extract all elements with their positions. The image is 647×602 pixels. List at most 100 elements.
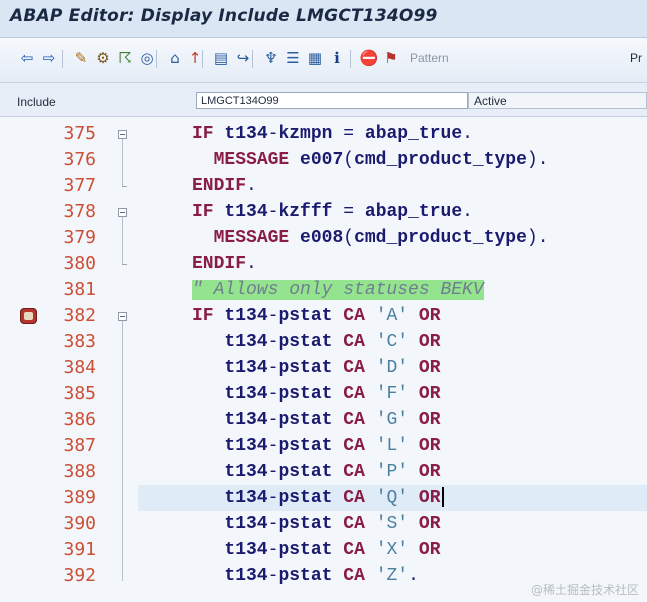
line-number: 377 [63, 175, 96, 196]
line-number: 382 [63, 305, 96, 326]
forward-arrow-icon[interactable]: ⇨ [40, 49, 58, 67]
toolbar-separator [62, 50, 63, 68]
toolbar-separator [350, 50, 351, 68]
code-text[interactable]: MESSAGE e007(cmd_product_type). [192, 147, 549, 173]
code-line[interactable]: 389 t134-pstat CA 'Q' OR [0, 485, 647, 511]
code-line[interactable]: 383 t134-pstat CA 'C' OR [0, 329, 647, 355]
fold-end-tick [122, 186, 127, 187]
fold-guide [122, 321, 123, 347]
fold-toggle-icon[interactable] [118, 312, 127, 321]
toolbar-separator [252, 50, 253, 68]
line-number: 386 [63, 409, 96, 430]
code-text[interactable]: t134-pstat CA 'Q' OR [192, 485, 444, 511]
fold-guide [122, 451, 123, 477]
back-arrow-icon[interactable]: ⇦ [18, 49, 36, 67]
code-line[interactable]: 388 t134-pstat CA 'P' OR [0, 459, 647, 485]
enhance-icon[interactable]: ↪ [234, 49, 252, 67]
code-text[interactable]: IF t134-kzfff = abap_true. [192, 199, 473, 225]
fold-guide [122, 555, 123, 581]
code-text[interactable]: IF t134-pstat CA 'A' OR [192, 303, 441, 329]
code-line[interactable]: 391 t134-pstat CA 'X' OR [0, 537, 647, 563]
line-number: 387 [63, 435, 96, 456]
watermark: @稀土掘金技术社区 [530, 583, 639, 597]
code-text[interactable]: MESSAGE e008(cmd_product_type). [192, 225, 549, 251]
code-text[interactable]: t134-pstat CA 'D' OR [192, 355, 440, 381]
code-text[interactable]: IF t134-kzmpn = abap_true. [192, 121, 473, 147]
code-line[interactable]: 381 " Allows only statuses BEKV [0, 277, 647, 303]
code-text[interactable]: " Allows only statuses BEKV [192, 277, 484, 303]
include-name-field[interactable]: LMGCT134O99 [196, 92, 468, 109]
code-text[interactable]: t134-pstat CA 'P' OR [192, 459, 440, 485]
activate-icon[interactable]: ☈ [116, 49, 134, 67]
fold-guide [122, 217, 123, 243]
code-line[interactable]: 386 t134-pstat CA 'G' OR [0, 407, 647, 433]
fold-guide [122, 347, 123, 373]
code-text[interactable]: t134-pstat CA 'S' OR [192, 511, 440, 537]
tree-icon[interactable]: ☰ [284, 49, 302, 67]
pretty-printer-button[interactable]: Pr [630, 51, 642, 65]
code-text[interactable]: t134-pstat CA 'F' OR [192, 381, 440, 407]
toolbar-separator [202, 50, 203, 68]
fold-toggle-icon[interactable] [118, 130, 127, 139]
code-line[interactable]: 385 t134-pstat CA 'F' OR [0, 381, 647, 407]
code-line[interactable]: 379 MESSAGE e008(cmd_product_type). [0, 225, 647, 251]
code-line[interactable]: 382 IF t134-pstat CA 'A' OR [0, 303, 647, 329]
fold-guide [122, 399, 123, 425]
navigation-window-icon[interactable]: ▤ [212, 49, 230, 67]
include-status-field: Active [468, 92, 647, 109]
window-title: ABAP Editor: Display Include LMGCT134O99 [10, 6, 438, 26]
line-number: 381 [63, 279, 96, 300]
code-text[interactable]: ENDIF. [192, 251, 257, 277]
fold-guide [122, 373, 123, 399]
toolbar-separator [156, 50, 157, 68]
line-number: 392 [63, 565, 96, 586]
code-line[interactable]: 390 t134-pstat CA 'S' OR [0, 511, 647, 537]
line-number: 379 [63, 227, 96, 248]
where-used-icon[interactable]: ◎ [138, 49, 156, 67]
line-number: 388 [63, 461, 96, 482]
code-text[interactable]: ENDIF. [192, 173, 257, 199]
code-line[interactable]: 378 IF t134-kzfff = abap_true. [0, 199, 647, 225]
toggle-display-change-icon[interactable]: ⚙ [94, 49, 112, 67]
line-number: 384 [63, 357, 96, 378]
fold-guide [122, 139, 123, 165]
code-line[interactable]: 377 ENDIF. [0, 173, 647, 199]
set-breakpoint-icon[interactable]: ⛔ [360, 49, 379, 67]
code-line[interactable]: 375 IF t134-kzmpn = abap_true. [0, 121, 647, 147]
code-text[interactable]: t134-pstat CA 'L' OR [192, 433, 440, 459]
code-line[interactable]: 387 t134-pstat CA 'L' OR [0, 433, 647, 459]
breakpoint-icon[interactable] [20, 308, 37, 324]
line-number: 376 [63, 149, 96, 170]
title-bar: ABAP Editor: Display Include LMGCT134O99 [0, 0, 647, 38]
include-bar: Include LMGCT134O99 Active [0, 83, 647, 117]
code-line[interactable]: 380 ENDIF. [0, 251, 647, 277]
fold-end-tick [122, 264, 127, 265]
fold-guide [122, 503, 123, 529]
module-icon[interactable]: ▦ [306, 49, 324, 67]
fold-guide [122, 165, 123, 186]
line-number: 389 [63, 487, 96, 508]
code-text[interactable]: t134-pstat CA 'G' OR [192, 407, 440, 433]
line-number: 380 [63, 253, 96, 274]
line-number: 385 [63, 383, 96, 404]
line-number: 375 [63, 123, 96, 144]
fold-toggle-icon[interactable] [118, 208, 127, 217]
code-line[interactable]: 384 t134-pstat CA 'D' OR [0, 355, 647, 381]
application-toolbar: ⇦ ⇨ ✎ ⚙ ☈ ◎ ⌂ ↑ ▤ ↪ ♆ ☰ ▦ ℹ ⛔ ⚑ Pattern Pr [0, 38, 647, 83]
info-icon[interactable]: ℹ [328, 49, 346, 67]
line-number: 391 [63, 539, 96, 560]
object-list-icon[interactable]: ⌂ [166, 49, 184, 67]
include-label: Include [17, 95, 56, 109]
other-object-icon[interactable]: ✎ [72, 49, 90, 67]
code-text[interactable]: t134-pstat CA 'Z'. [192, 563, 419, 589]
code-line[interactable]: 376 MESSAGE e007(cmd_product_type). [0, 147, 647, 173]
hierarchy-icon[interactable]: ♆ [262, 49, 280, 67]
pattern-button[interactable]: Pattern [410, 51, 449, 65]
line-number: 383 [63, 331, 96, 352]
code-text[interactable]: t134-pstat CA 'C' OR [192, 329, 440, 355]
code-text[interactable]: t134-pstat CA 'X' OR [192, 537, 440, 563]
fold-guide [122, 477, 123, 503]
line-number: 390 [63, 513, 96, 534]
code-editor[interactable]: 375 IF t134-kzmpn = abap_true. 376 MESSAGE… [0, 117, 647, 602]
session-breakpoint-icon[interactable]: ⚑ [382, 49, 400, 67]
